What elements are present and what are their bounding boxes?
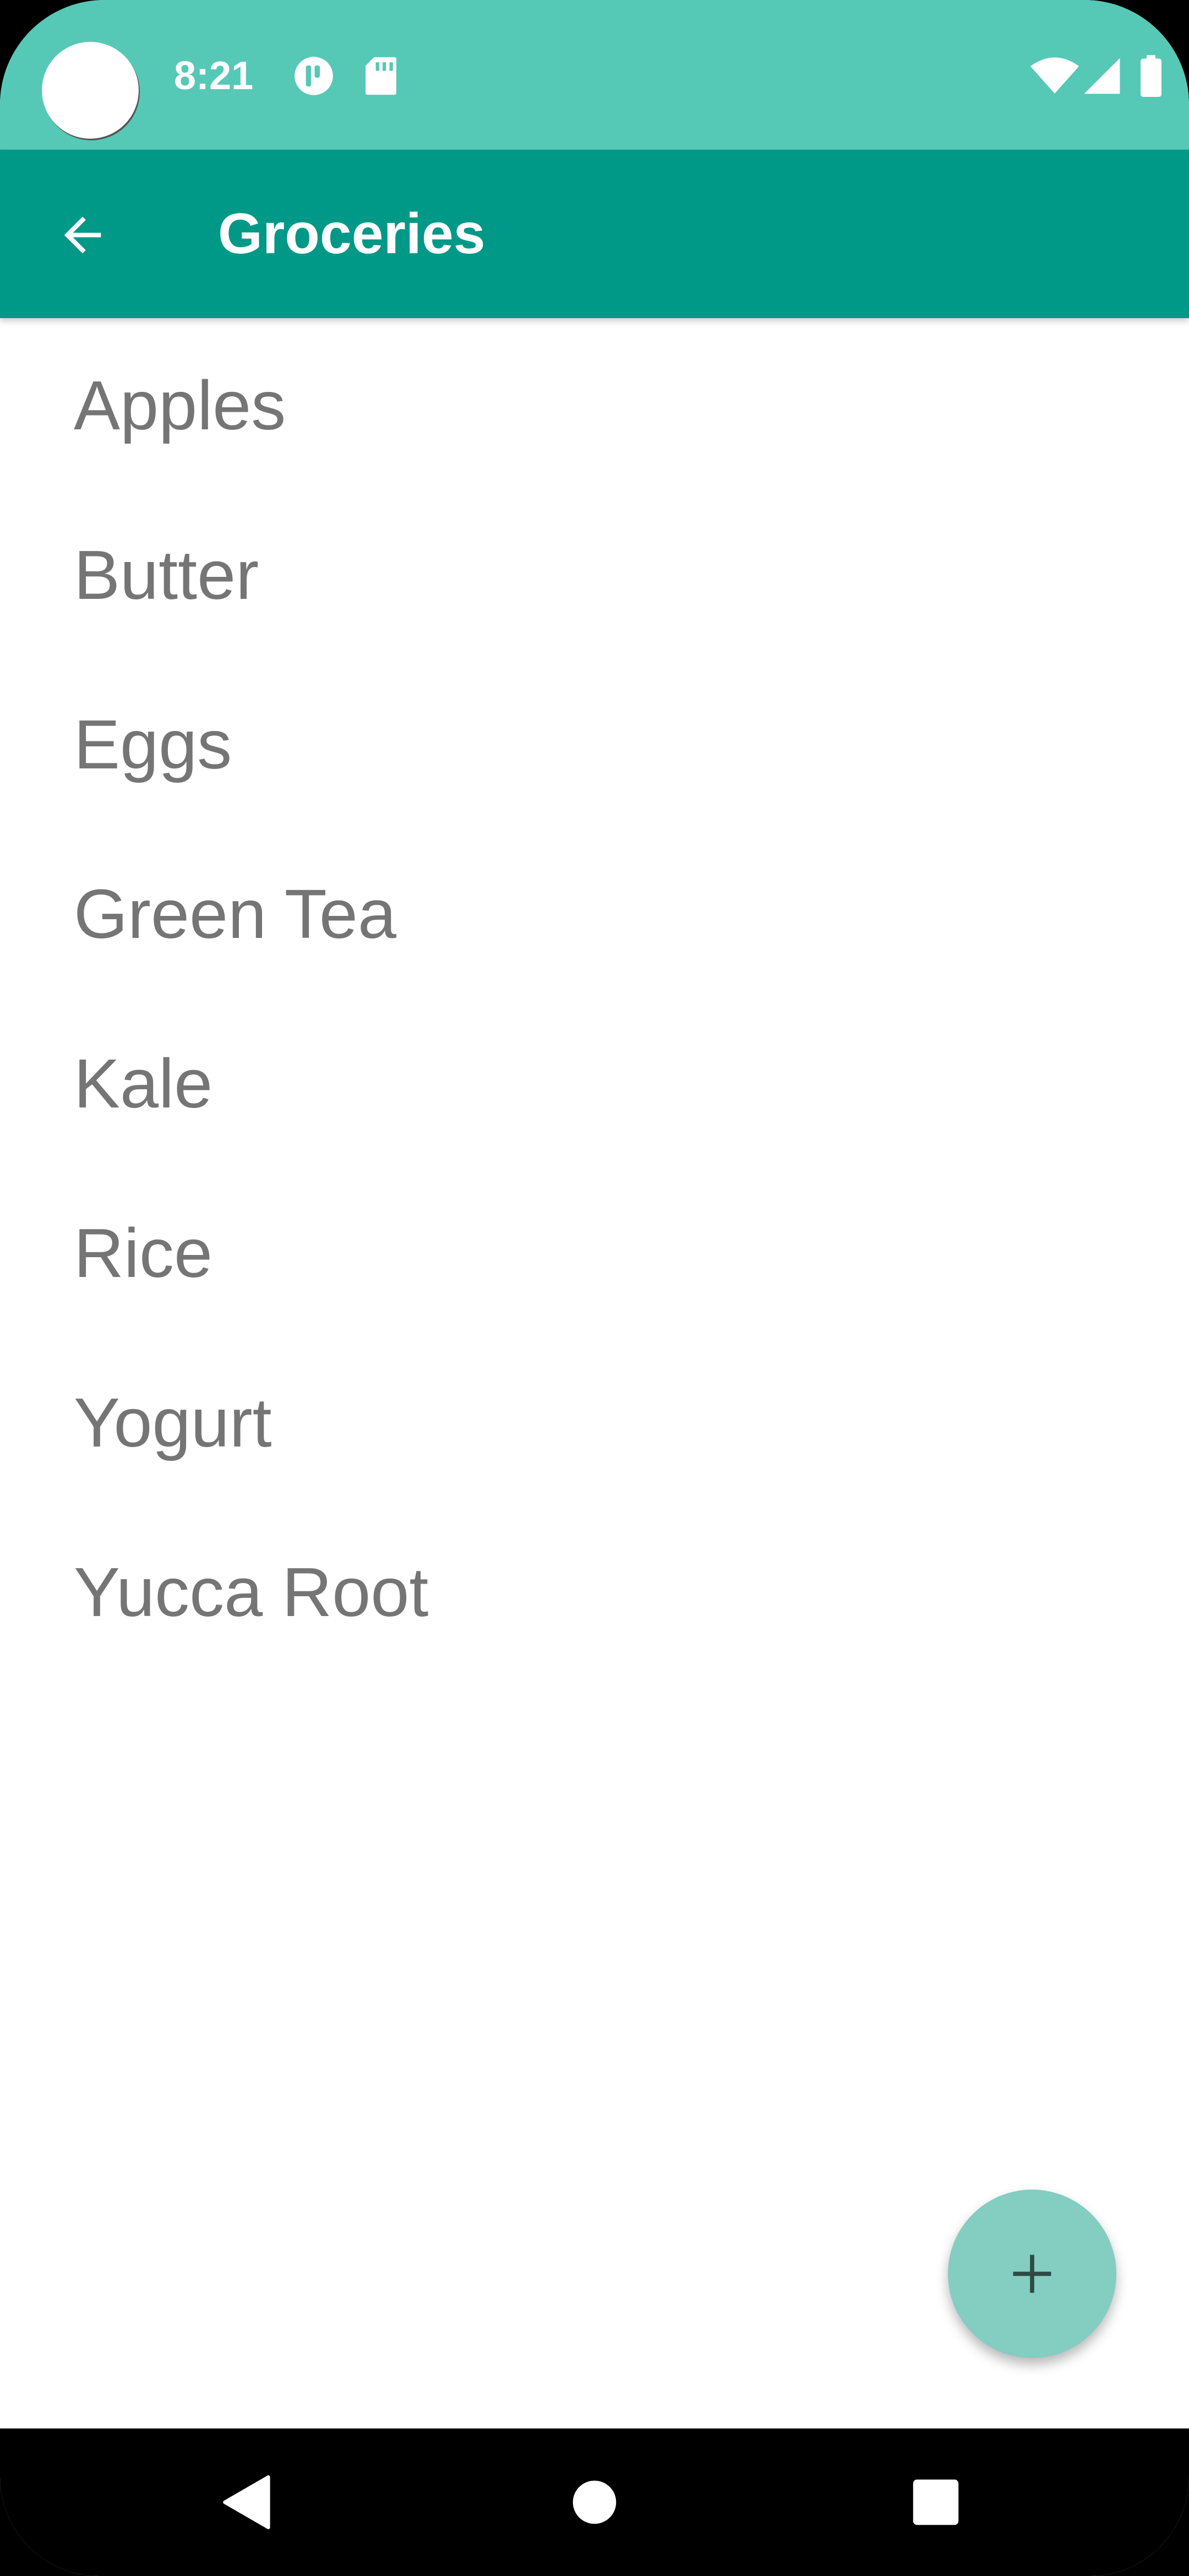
notification-icon bbox=[291, 53, 337, 99]
nav-recents-button[interactable] bbox=[875, 2428, 996, 2576]
grocery-list: Apples Butter Eggs Green Tea Kale Rice Y… bbox=[0, 318, 1189, 1674]
list-item[interactable]: Rice bbox=[0, 1166, 1189, 1335]
back-triangle-icon bbox=[223, 2475, 270, 2529]
nav-back-button[interactable] bbox=[187, 2428, 308, 2576]
home-circle-icon bbox=[572, 2480, 617, 2524]
signal-icon bbox=[1081, 53, 1123, 99]
page-title: Groceries bbox=[218, 202, 486, 266]
add-icon bbox=[1013, 2255, 1051, 2293]
list-item[interactable]: Green Tea bbox=[0, 827, 1189, 996]
camera-cutout bbox=[42, 42, 139, 139]
status-bar: 8:21 bbox=[0, 0, 1189, 150]
list-item[interactable]: Eggs bbox=[0, 657, 1189, 827]
list-item[interactable]: Yogurt bbox=[0, 1335, 1189, 1505]
list-item[interactable]: Butter bbox=[0, 488, 1189, 657]
list-item[interactable]: Kale bbox=[0, 996, 1189, 1166]
nav-home-button[interactable] bbox=[534, 2428, 655, 2576]
status-time: 8:21 bbox=[174, 54, 254, 98]
list-item[interactable]: Yucca Root bbox=[0, 1505, 1189, 1674]
recents-square-icon bbox=[913, 2479, 959, 2525]
screen: 8:21 Groceries Apples Butter Eggs Green … bbox=[0, 0, 1189, 2576]
battery-icon bbox=[1137, 53, 1165, 99]
arrow-back-icon bbox=[64, 216, 101, 254]
wifi-icon bbox=[1029, 53, 1080, 99]
sd-card-icon bbox=[361, 53, 401, 99]
list-item[interactable]: Apples bbox=[0, 318, 1189, 488]
back-button[interactable] bbox=[39, 199, 127, 271]
navigation-bar bbox=[0, 2428, 1189, 2576]
app-bar: Groceries bbox=[0, 150, 1189, 318]
add-item-button[interactable] bbox=[948, 2190, 1116, 2358]
